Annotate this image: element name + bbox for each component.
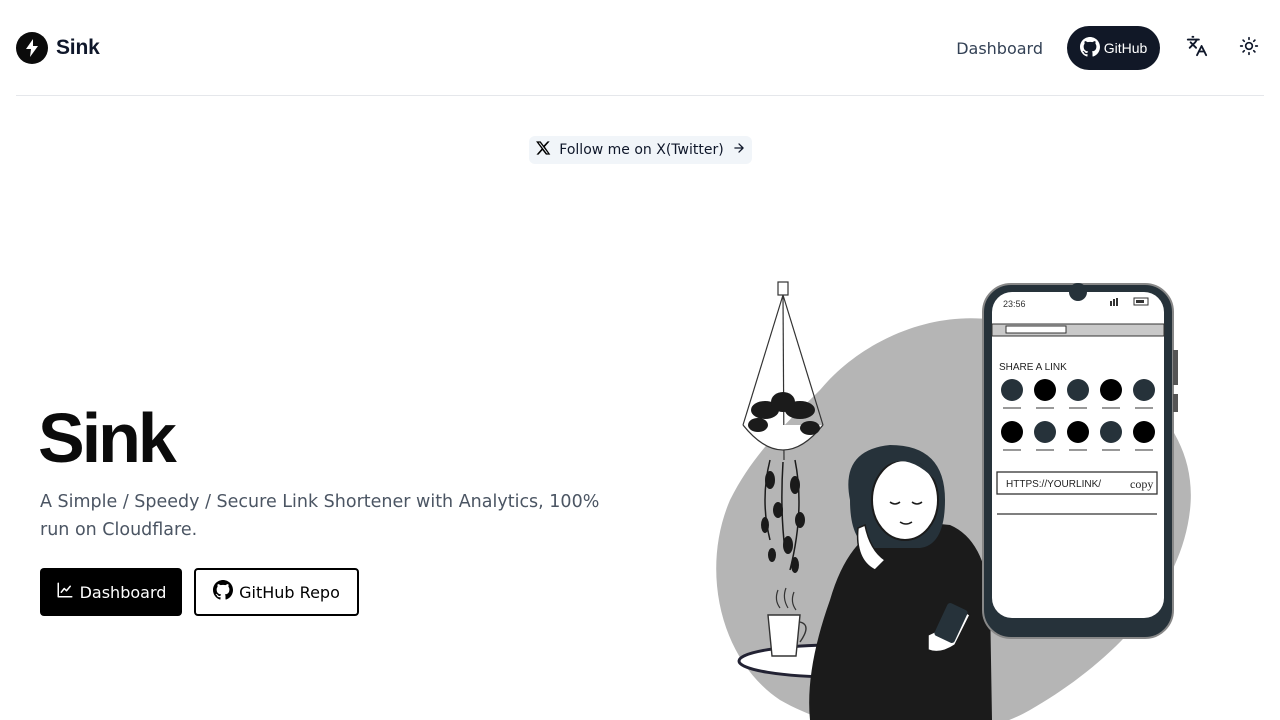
theme-toggle-button[interactable] — [1234, 33, 1264, 63]
chart-icon — [56, 581, 74, 603]
brand-name: Sink — [56, 36, 100, 59]
hero-actions: Dashboard GitHub Repo — [40, 568, 359, 616]
sun-icon — [1239, 36, 1259, 61]
hero-title: Sink — [38, 399, 177, 477]
phone-heading: SHARE A LINK — [999, 362, 1067, 373]
nav-dashboard-link[interactable]: Dashboard — [956, 39, 1043, 58]
phone-time: 23:56 — [1003, 299, 1026, 309]
translate-icon — [1186, 35, 1208, 62]
twitter-follow-label: Follow me on X(Twitter) — [559, 142, 724, 158]
site-header: Sink Dashboard GitHub — [16, 0, 1264, 96]
github-button-label: GitHub — [1103, 40, 1148, 56]
phone-url: HTTPS://YOURLINK/ — [1006, 479, 1101, 490]
dashboard-button-label: Dashboard — [79, 582, 167, 602]
hero-illustration: 23:56 SHARE A LINK HTTPS://YOURLINK/ cop… — [700, 270, 1220, 720]
bolt-icon — [16, 32, 48, 64]
brand-link[interactable]: Sink — [16, 32, 100, 64]
phone-copy: copy — [1130, 477, 1153, 491]
github-icon — [213, 580, 234, 604]
language-button[interactable] — [1182, 33, 1212, 63]
arrow-right-icon — [732, 141, 746, 159]
github-icon — [1079, 36, 1100, 60]
hero-subtitle: A Simple / Speedy / Secure Link Shortene… — [40, 492, 600, 540]
x-logo-icon — [535, 140, 551, 160]
top-nav: Dashboard GitHub — [956, 26, 1264, 70]
twitter-follow-link[interactable]: Follow me on X(Twitter) — [529, 136, 752, 164]
github-repo-button-label: GitHub Repo — [239, 582, 340, 602]
github-repo-button[interactable]: GitHub Repo — [194, 568, 359, 616]
github-button[interactable]: GitHub — [1067, 26, 1160, 70]
dashboard-button[interactable]: Dashboard — [40, 568, 182, 616]
phone-illustration: 23:56 SHARE A LINK HTTPS://YOURLINK/ cop… — [982, 283, 1178, 639]
